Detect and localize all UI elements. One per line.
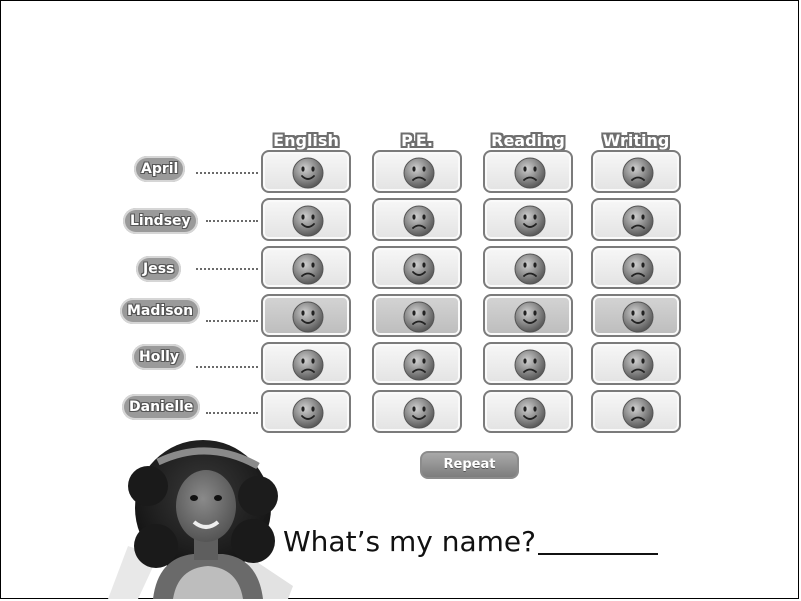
sad-face-icon xyxy=(403,205,435,237)
cell-madison-pe[interactable] xyxy=(372,294,462,337)
cell-lindsey-english[interactable] xyxy=(261,198,351,241)
cell-april-english[interactable] xyxy=(261,150,351,193)
happy-face-icon xyxy=(514,301,546,333)
column-header-pe: P.E. xyxy=(401,131,433,150)
cell-danielle-english[interactable] xyxy=(261,390,351,433)
happy-face-icon xyxy=(403,253,435,285)
cell-lindsey-writing[interactable] xyxy=(591,198,681,241)
sad-face-icon xyxy=(622,205,654,237)
cell-jess-english[interactable] xyxy=(261,246,351,289)
repeat-button[interactable]: Repeat xyxy=(420,451,519,479)
cell-holly-writing[interactable] xyxy=(591,342,681,385)
cell-holly-english[interactable] xyxy=(261,342,351,385)
cell-madison-writing[interactable] xyxy=(591,294,681,337)
happy-face-icon xyxy=(514,397,546,429)
name-label-jess: Jess xyxy=(136,256,182,282)
cell-lindsey-reading[interactable] xyxy=(483,198,573,241)
sad-face-icon xyxy=(622,253,654,285)
cell-jess-writing[interactable] xyxy=(591,246,681,289)
question-text: What’s my name? xyxy=(283,525,536,558)
happy-face-icon xyxy=(403,397,435,429)
sad-face-icon xyxy=(514,253,546,285)
happy-face-icon xyxy=(292,157,324,189)
sad-face-icon xyxy=(403,157,435,189)
connector-lindsey xyxy=(206,220,258,222)
sad-face-icon xyxy=(292,349,324,381)
cell-jess-pe[interactable] xyxy=(372,246,462,289)
sad-face-icon xyxy=(514,349,546,381)
connector-holly xyxy=(196,366,258,368)
connector-madison xyxy=(206,320,258,322)
cell-madison-english[interactable] xyxy=(261,294,351,337)
name-label-lindsey: Lindsey xyxy=(123,208,198,234)
happy-face-icon xyxy=(292,301,324,333)
sad-face-icon xyxy=(622,397,654,429)
girl-photo xyxy=(108,440,293,599)
connector-danielle xyxy=(206,412,258,414)
cell-lindsey-pe[interactable] xyxy=(372,198,462,241)
connector-april xyxy=(196,172,258,174)
cell-madison-reading[interactable] xyxy=(483,294,573,337)
name-label-danielle: Danielle xyxy=(122,394,201,420)
happy-face-icon xyxy=(514,205,546,237)
cell-april-pe[interactable] xyxy=(372,150,462,193)
happy-face-icon xyxy=(292,205,324,237)
sad-face-icon xyxy=(622,157,654,189)
sad-face-icon xyxy=(292,253,324,285)
cell-holly-pe[interactable] xyxy=(372,342,462,385)
name-label-madison: Madison xyxy=(120,298,201,324)
sad-face-icon xyxy=(622,349,654,381)
happy-face-icon xyxy=(622,301,654,333)
cell-danielle-pe[interactable] xyxy=(372,390,462,433)
cell-holly-reading[interactable] xyxy=(483,342,573,385)
cell-april-reading[interactable] xyxy=(483,150,573,193)
connector-jess xyxy=(196,268,258,270)
sad-face-icon xyxy=(403,301,435,333)
name-label-april: April xyxy=(134,156,186,182)
column-header-writing: Writing xyxy=(602,131,670,150)
sad-face-icon xyxy=(514,157,546,189)
happy-face-icon xyxy=(292,397,324,429)
cell-april-writing[interactable] xyxy=(591,150,681,193)
column-header-reading: Reading xyxy=(491,131,565,150)
sad-face-icon xyxy=(403,349,435,381)
name-label-holly: Holly xyxy=(132,344,187,370)
answer-blank[interactable] xyxy=(538,553,658,555)
cell-jess-reading[interactable] xyxy=(483,246,573,289)
column-header-english: English xyxy=(273,131,339,150)
cell-danielle-reading[interactable] xyxy=(483,390,573,433)
cell-danielle-writing[interactable] xyxy=(591,390,681,433)
